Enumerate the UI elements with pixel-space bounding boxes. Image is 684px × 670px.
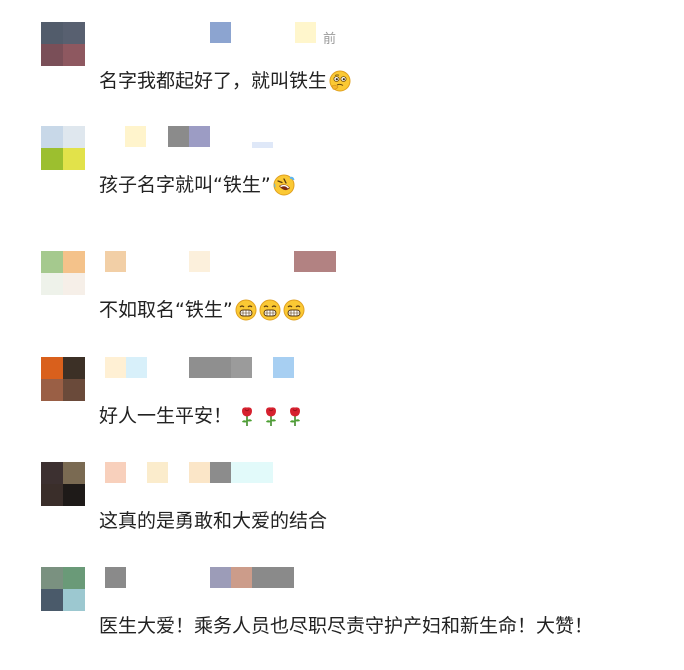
grinning-face-icon (235, 299, 257, 321)
avatar-pixel (41, 379, 63, 401)
comment-text: 好人一生平安！ (99, 403, 304, 429)
blur-pixel (189, 357, 231, 378)
rose-icon (284, 405, 304, 427)
comment-body: 不如取名“铁生” (99, 299, 233, 321)
avatar[interactable] (41, 462, 85, 506)
comment-text: 不如取名“铁生” (99, 297, 305, 323)
blur-pixel (210, 567, 231, 588)
comment-text: 名字我都起好了，就叫铁生 (99, 68, 351, 94)
avatar-pixel (63, 44, 85, 66)
blur-pixel (231, 462, 273, 483)
avatar-pixel (63, 379, 85, 401)
comment-text: 这真的是勇敢和大爱的结合 (99, 508, 327, 534)
blur-pixel (189, 251, 210, 272)
username-blurred[interactable] (105, 357, 405, 379)
username-blurred[interactable] (105, 462, 405, 484)
username-blurred[interactable] (105, 567, 405, 589)
comment-text: 医生大爱！乘务人员也尽职尽责守护产妇和新生命！大赞！ (99, 613, 593, 639)
blur-pixel (252, 142, 273, 148)
avatar-pixel (63, 148, 85, 170)
comment-item: 医生大爱！乘务人员也尽职尽责守护产妇和新生命！大赞！ (0, 567, 684, 667)
rolling-laughing-icon (273, 174, 295, 196)
avatar-pixel (63, 589, 85, 611)
blur-pixel (126, 357, 147, 378)
avatar-pixel (63, 22, 85, 44)
blur-pixel (168, 126, 189, 147)
grinning-face-icon (259, 299, 281, 321)
blur-pixel (105, 357, 126, 378)
rose-icon (260, 405, 280, 427)
avatar-pixel (41, 126, 63, 148)
avatar-pixel (41, 589, 63, 611)
timestamp-fragment: 前 (323, 32, 337, 47)
comment-item: 这真的是勇敢和大爱的结合 (0, 462, 684, 562)
comment-body: 名字我都起好了，就叫铁生 (99, 70, 328, 92)
blur-pixel (125, 126, 146, 147)
username-blurred[interactable] (105, 251, 405, 273)
avatar-pixel (41, 251, 63, 273)
comment-body: 医生大爱！乘务人员也尽职尽责守护产妇和新生命！大赞！ (99, 615, 594, 637)
avatar[interactable] (41, 357, 85, 401)
comment-item: 孩子名字就叫“铁生” (0, 126, 684, 226)
blur-pixel (294, 251, 336, 272)
blur-pixel (231, 357, 252, 378)
blur-pixel (105, 251, 126, 272)
avatar-pixel (63, 273, 85, 295)
blur-pixel (105, 567, 126, 588)
avatar-pixel (63, 251, 85, 273)
blur-pixel (210, 462, 231, 483)
username-blurred[interactable] (105, 126, 405, 148)
avatar-pixel (63, 126, 85, 148)
blur-pixel (189, 462, 210, 483)
blur-pixel (295, 22, 316, 43)
avatar-pixel (41, 273, 63, 295)
avatar-pixel (41, 148, 63, 170)
comment-item: 好人一生平安！ (0, 357, 684, 457)
username-blurred[interactable]: 前 (105, 22, 405, 47)
grinning-face-icon (283, 299, 305, 321)
avatar-pixel (41, 462, 63, 484)
comment-text: 孩子名字就叫“铁生” (99, 172, 295, 198)
thinking-face-icon (329, 70, 351, 92)
avatar[interactable] (41, 22, 85, 66)
comment-body: 这真的是勇敢和大爱的结合 (99, 510, 328, 532)
avatar-pixel (41, 357, 63, 379)
rose-icon (236, 405, 256, 427)
blur-pixel (273, 357, 294, 378)
avatar-pixel (41, 44, 63, 66)
comment-item: 不如取名“铁生” (0, 251, 684, 351)
avatar-pixel (63, 357, 85, 379)
blur-pixel (252, 567, 294, 588)
blur-pixel (231, 567, 252, 588)
avatar-pixel (41, 484, 63, 506)
blur-pixel (147, 462, 168, 483)
blur-pixel (210, 22, 231, 43)
blur-pixel (189, 126, 210, 147)
comment-body: 好人一生平安！ (99, 405, 233, 427)
avatar[interactable] (41, 126, 85, 170)
avatar[interactable] (41, 251, 85, 295)
avatar-pixel (41, 22, 63, 44)
avatar-pixel (63, 567, 85, 589)
avatar-pixel (63, 484, 85, 506)
comment-body: 孩子名字就叫“铁生” (99, 174, 271, 196)
avatar[interactable] (41, 567, 85, 611)
blur-pixel (105, 462, 126, 483)
avatar-pixel (41, 567, 63, 589)
avatar-pixel (63, 462, 85, 484)
comment-item: 前 名字我都起好了，就叫铁生 (0, 22, 684, 122)
